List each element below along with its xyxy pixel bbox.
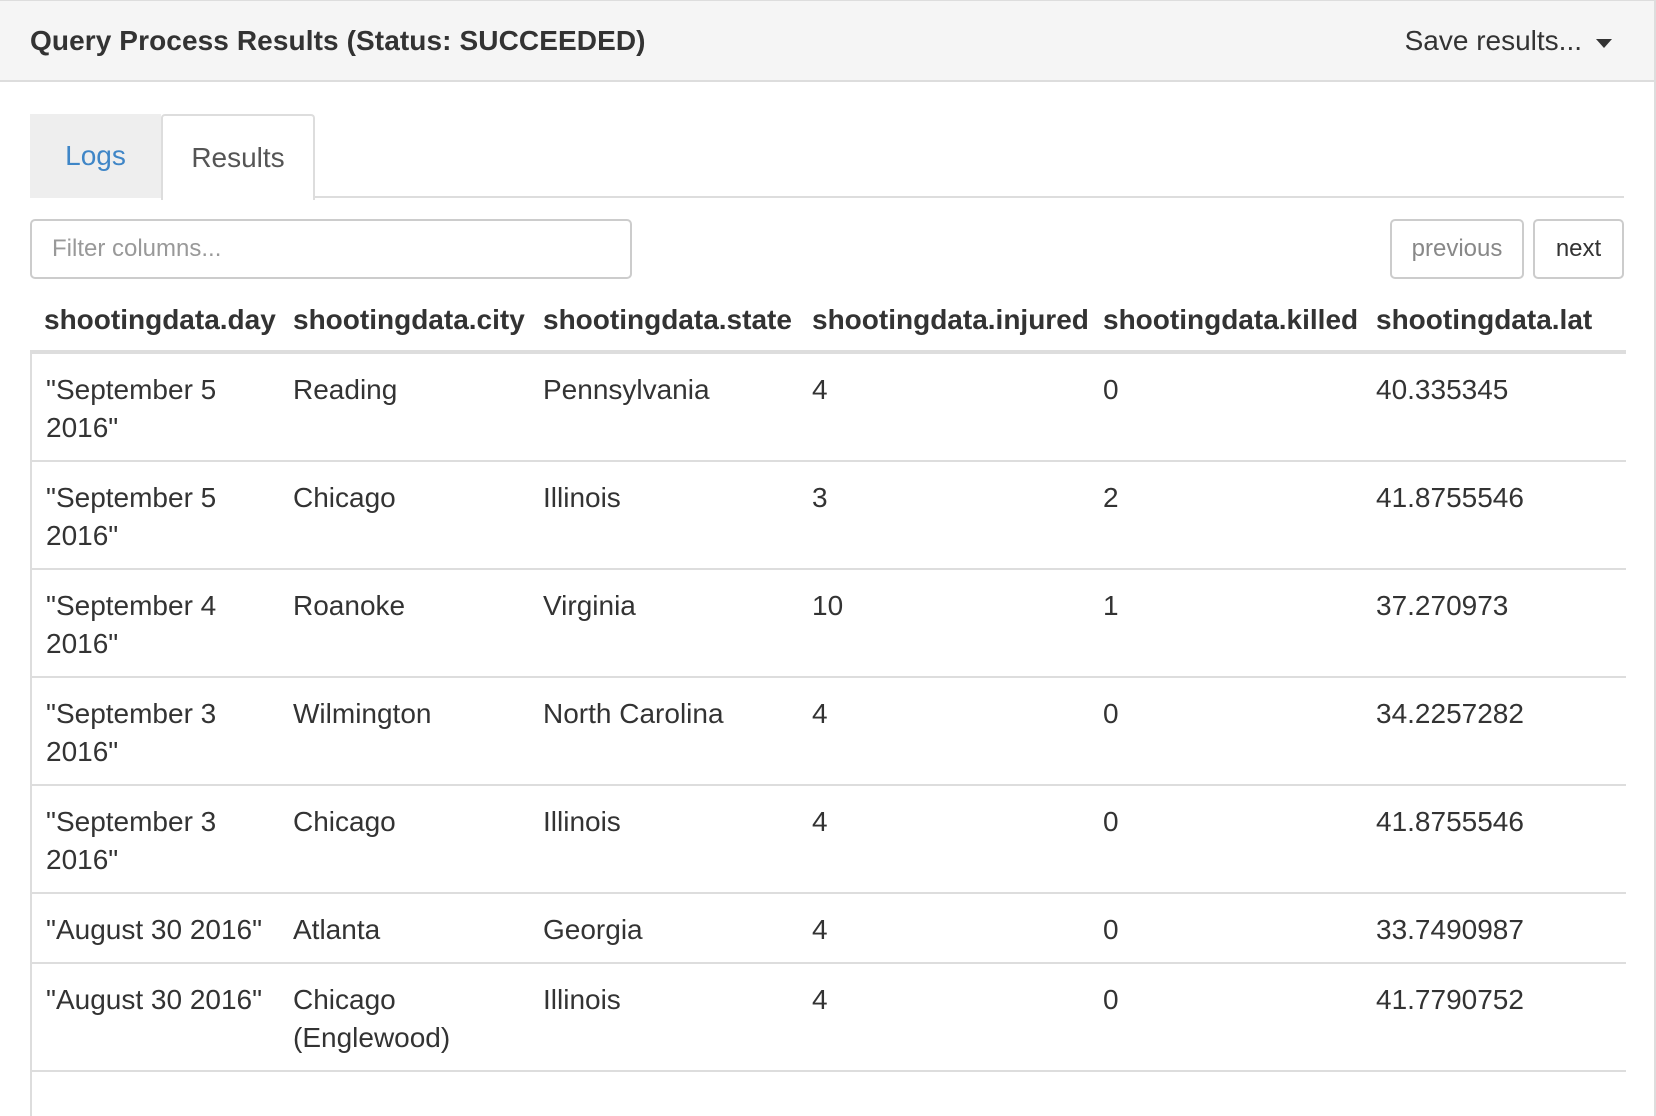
save-results-dropdown[interactable]: Save results...: [1405, 25, 1612, 57]
table-row: "August 30 2016" Chicago (Englewood) Illino…: [30, 964, 1626, 1072]
table-row: "August 30 2016" Atlanta Georgia 4 0 33.74909…: [30, 894, 1626, 964]
tab-bar: Logs Results: [30, 114, 1624, 200]
cell-day: "August 30 2016": [46, 984, 263, 1015]
cell-injured: 4: [812, 698, 828, 729]
cell-day: "September 5: [46, 482, 217, 513]
cell-city: Reading: [293, 374, 398, 405]
cell-killed: 0: [1103, 806, 1119, 837]
cell-lat: 40.335345: [1376, 374, 1509, 405]
cell-lat: 37.270973: [1376, 590, 1509, 621]
cell-day: 2016": [46, 520, 119, 551]
next-button[interactable]: next: [1533, 219, 1624, 279]
cell-state: Pennsylvania: [543, 374, 710, 405]
cell-day: "September 4: [46, 590, 217, 621]
cell-city: Wilmington: [293, 698, 432, 729]
cell-injured: 4: [812, 806, 828, 837]
table-row: "September 5 2016" Reading Pennsylvania 4 0 40…: [30, 354, 1626, 462]
cell-injured: 4: [812, 914, 828, 945]
cell-lat: 33.7490987: [1376, 914, 1524, 945]
cell-day: 2016": [46, 412, 119, 443]
previous-button[interactable]: previous: [1390, 219, 1524, 279]
cell-injured: 4: [812, 984, 828, 1015]
table-row: "September 3 2016" Chicago Illinois 4 0 41.875…: [30, 786, 1626, 894]
cell-killed: 0: [1103, 914, 1119, 945]
results-table: shootingdata.day shootingdata.city shoot…: [30, 290, 1626, 1116]
cell-state: Illinois: [543, 806, 621, 837]
cell-state: North Carolina: [543, 698, 724, 729]
table-row: "September 3 2016" Wilmington North Carolin…: [30, 678, 1626, 786]
cell-city: Chicago: [293, 482, 396, 513]
cell-lat: 41.8755546: [1376, 482, 1524, 513]
cell-city: Atlanta: [293, 914, 381, 945]
cell-killed: 0: [1103, 698, 1119, 729]
filter-columns-input[interactable]: [30, 219, 632, 279]
column-header-killed[interactable]: shootingdata.killed: [1103, 290, 1358, 350]
cell-state: Illinois: [543, 984, 621, 1015]
page-title: Query Process Results (Status: SUCCEEDED…: [30, 25, 646, 56]
cell-day: "September 3: [46, 698, 217, 729]
column-header-state[interactable]: shootingdata.state: [543, 290, 792, 350]
cell-killed: 0: [1103, 374, 1119, 405]
cell-day: "September 3: [46, 806, 217, 837]
cell-city: (Englewood): [293, 1022, 451, 1053]
column-header-injured[interactable]: shootingdata.injured: [812, 290, 1089, 350]
cell-city: Roanoke: [293, 590, 406, 621]
cell-city: Chicago: [293, 806, 396, 837]
cell-lat: 41.7790752: [1376, 984, 1524, 1015]
cell-lat: 41.8755546: [1376, 806, 1524, 837]
cell-injured: 4: [812, 374, 828, 405]
caret-down-icon: [1596, 38, 1612, 48]
cell-injured: 3: [812, 482, 828, 513]
cell-state: Georgia: [543, 914, 643, 945]
cell-day: "August 30 2016": [46, 914, 263, 945]
table-row: "September 5 2016" Chicago Illinois 3 2 41.875…: [30, 462, 1626, 570]
column-header-city[interactable]: shootingdata.city: [293, 290, 525, 350]
cell-day: "September 5: [46, 374, 217, 405]
tab-results[interactable]: Results: [161, 114, 315, 200]
column-header-day[interactable]: shootingdata.day: [44, 290, 276, 350]
tab-logs[interactable]: Logs: [30, 114, 161, 198]
cell-lat: 34.2257282: [1376, 698, 1524, 729]
save-results-label: Save results...: [1404, 25, 1582, 56]
table-row: "September 4 2016" Roanoke Virginia 10 1 37.27…: [30, 570, 1626, 678]
cell-killed: 0: [1103, 984, 1119, 1015]
cell-killed: 1: [1103, 590, 1119, 621]
cell-state: Illinois: [543, 482, 621, 513]
column-header-lat[interactable]: shootingdata.lat: [1376, 290, 1592, 350]
cell-day: 2016": [46, 736, 119, 767]
cell-city: Chicago: [293, 984, 396, 1015]
cell-state: Virginia: [543, 590, 636, 621]
cell-killed: 2: [1103, 482, 1119, 513]
cell-day: 2016": [46, 628, 119, 659]
panel-heading: Query Process Results (Status: SUCCEEDED…: [0, 0, 1654, 82]
cell-day: 2016": [46, 844, 119, 875]
cell-injured: 10: [812, 590, 844, 621]
query-results-panel: Query Process Results (Status: SUCCEEDED…: [0, 0, 1656, 1116]
